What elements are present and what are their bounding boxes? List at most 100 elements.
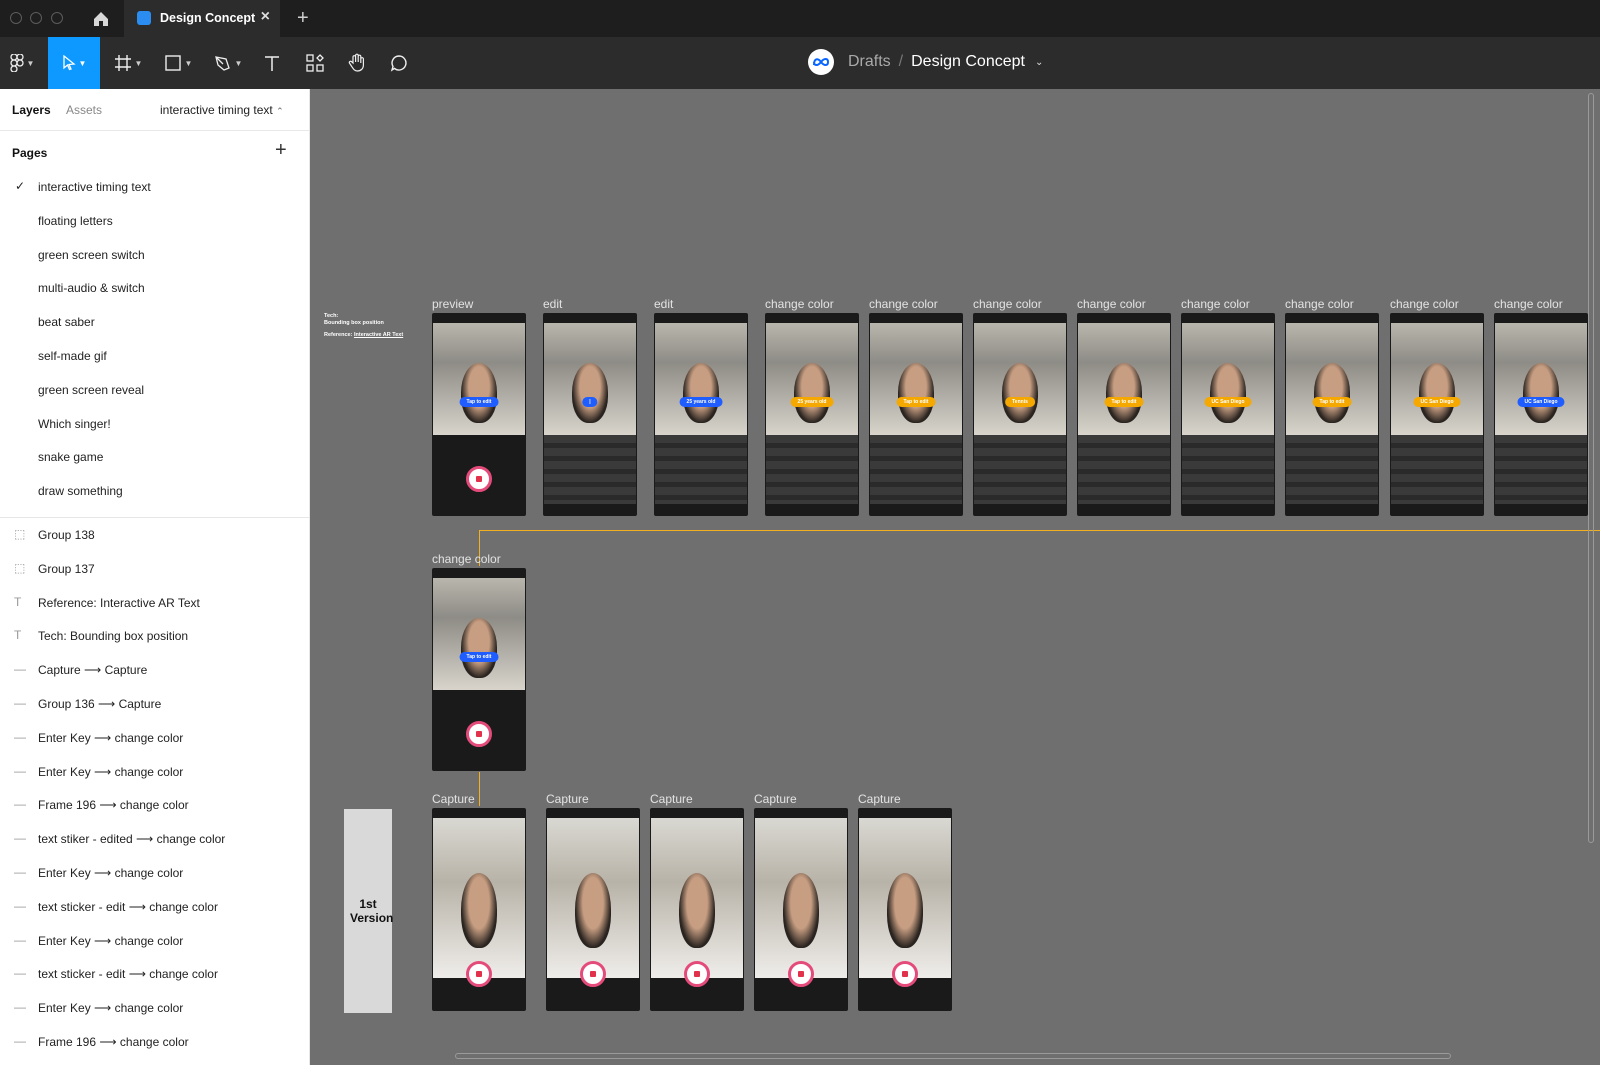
text-sticker[interactable]: Tap to edit — [459, 652, 499, 662]
capture-frame[interactable] — [432, 808, 526, 1011]
page-item[interactable]: beat saber — [0, 306, 309, 340]
page-item[interactable]: floating letters — [0, 205, 309, 239]
zoom-window-button[interactable] — [51, 12, 63, 24]
text-sticker[interactable]: Tap to edit — [896, 397, 936, 407]
capture-frame[interactable] — [754, 808, 848, 1011]
flow-connector[interactable] — [480, 530, 1600, 531]
canvas[interactable]: Tech: Bounding box position Reference: I… — [311, 89, 1600, 1065]
pen-tool-button[interactable]: ▼ — [208, 37, 248, 89]
layer-item[interactable]: — Frame 196 ⟶ change color — [0, 1026, 309, 1060]
capture-frame[interactable] — [650, 808, 744, 1011]
layer-item[interactable]: — Enter Key ⟶ change color — [0, 857, 309, 891]
layer-item-label: Enter Key ⟶ change color — [38, 865, 184, 880]
record-button[interactable] — [580, 961, 606, 987]
layer-item[interactable]: — text sticker - edit ⟶ change color — [0, 958, 309, 992]
record-button[interactable] — [466, 721, 492, 747]
capture-frame[interactable] — [546, 808, 640, 1011]
screen-frame[interactable]: UC San Diego — [1390, 313, 1484, 516]
screen-frame[interactable]: UC San Diego — [1494, 313, 1588, 516]
resources-tool-button[interactable] — [300, 37, 330, 89]
tab-layers[interactable]: Layers — [12, 103, 51, 117]
page-item[interactable]: green screen switch — [0, 239, 309, 273]
layer-item[interactable]: — Enter Key ⟶ change color — [0, 992, 309, 1026]
camera-preview — [1495, 323, 1587, 435]
page-item[interactable]: draw something — [0, 475, 309, 509]
text-sticker[interactable]: | — [582, 397, 598, 407]
layer-item[interactable]: T Tech: Bounding box position — [0, 620, 309, 654]
text-sticker[interactable]: UC San Diego — [1517, 397, 1565, 407]
screen-frame[interactable]: Tennis — [973, 313, 1067, 516]
minimize-window-button[interactable] — [30, 12, 42, 24]
capture-frame[interactable] — [858, 808, 952, 1011]
layer-item[interactable]: — Enter Key ⟶ change color — [0, 756, 309, 790]
page-item[interactable]: Which singer! — [0, 408, 309, 442]
tab-assets[interactable]: Assets — [66, 103, 102, 117]
text-sticker[interactable]: 25 years old — [679, 397, 723, 407]
frame-tool-button[interactable]: ▼ — [108, 37, 148, 89]
record-button[interactable] — [466, 961, 492, 987]
layer-item[interactable]: — text sticker - edit ⟶ change color — [0, 891, 309, 925]
text-sticker[interactable]: UC San Diego — [1413, 397, 1461, 407]
page-selector[interactable]: interactive timing text ⌃ — [160, 103, 284, 117]
screen-frame[interactable]: Tap to edit — [432, 313, 526, 516]
home-icon[interactable] — [90, 8, 112, 30]
close-window-button[interactable] — [10, 12, 22, 24]
layer-item[interactable]: — Capture ⟶ Capture — [0, 654, 309, 688]
camera-preview — [755, 818, 847, 978]
chevron-down-icon[interactable]: ⌄ — [1035, 57, 1043, 68]
connector-icon: — — [14, 932, 26, 947]
add-page-icon[interactable]: + — [275, 139, 287, 162]
record-button[interactable] — [466, 466, 492, 492]
page-item[interactable]: self-made gif — [0, 340, 309, 374]
layer-item[interactable]: — Enter Key ⟶ change color — [0, 722, 309, 756]
screen-frame[interactable]: 25 years old — [765, 313, 859, 516]
close-tab-icon[interactable]: × — [261, 8, 270, 26]
text-sticker[interactable]: 25 years old — [790, 397, 834, 407]
vertical-scrollbar[interactable] — [1588, 93, 1594, 843]
move-tool-button[interactable]: ▼ — [48, 37, 100, 89]
layer-item[interactable]: ⬚ Group 137 — [0, 553, 309, 587]
text-sticker[interactable]: Tennis — [1005, 397, 1035, 407]
page-item[interactable]: ✓ interactive timing text — [0, 171, 309, 205]
text-tool-button[interactable] — [258, 37, 286, 89]
screen-frame[interactable]: Tap to edit — [1077, 313, 1171, 516]
version-card[interactable]: 1st Version — [344, 809, 393, 1013]
page-item[interactable]: multi-audio & switch — [0, 272, 309, 306]
person-photo — [1105, 363, 1143, 423]
page-item[interactable]: green screen reveal — [0, 374, 309, 408]
person-photo — [571, 363, 609, 423]
text-sticker[interactable]: Tap to edit — [1104, 397, 1144, 407]
horizontal-scrollbar[interactable] — [455, 1053, 1451, 1059]
record-button[interactable] — [684, 961, 710, 987]
record-button[interactable] — [788, 961, 814, 987]
screen-frame[interactable]: Tap to edit — [1285, 313, 1379, 516]
layer-item[interactable]: — Frame 196 ⟶ change color — [0, 789, 309, 823]
layer-item[interactable]: — Group 136 ⟶ Capture — [0, 688, 309, 722]
breadcrumb-drafts[interactable]: Drafts — [848, 53, 891, 71]
hand-tool-button[interactable] — [343, 37, 371, 89]
text-sticker[interactable]: UC San Diego — [1204, 397, 1252, 407]
text-sticker[interactable]: Tap to edit — [1312, 397, 1352, 407]
new-tab-icon[interactable]: + — [297, 7, 309, 30]
screen-frame[interactable]: Tap to edit — [869, 313, 963, 516]
pages-title: Pages — [12, 146, 48, 160]
file-tab[interactable]: Design Concept × — [124, 0, 280, 37]
screen-frame[interactable]: 25 years old — [654, 313, 748, 516]
screen-frame[interactable]: | — [543, 313, 637, 516]
breadcrumb-file-name[interactable]: Design Concept — [911, 53, 1025, 71]
flow-connector[interactable] — [479, 772, 480, 806]
screen-frame[interactable]: Tap to edit — [432, 568, 526, 771]
shape-tool-button[interactable]: ▼ — [158, 37, 198, 89]
page-item[interactable]: snake game — [0, 441, 309, 475]
layer-item[interactable]: — Enter Key ⟶ change color — [0, 925, 309, 959]
main-menu-button[interactable]: ▼ — [2, 37, 42, 89]
text-sticker[interactable]: Tap to edit — [459, 397, 499, 407]
comment-tool-button[interactable] — [385, 37, 413, 89]
screen-frame[interactable]: UC San Diego — [1181, 313, 1275, 516]
layer-item[interactable]: ⬚ Group 138 — [0, 519, 309, 553]
frame-label: change color — [1181, 297, 1250, 311]
layer-item[interactable]: T Reference: Interactive AR Text — [0, 587, 309, 621]
reference-link[interactable]: Interactive AR Text — [354, 332, 403, 338]
record-button[interactable] — [892, 961, 918, 987]
layer-item[interactable]: — text stiker - edited ⟶ change color — [0, 823, 309, 857]
